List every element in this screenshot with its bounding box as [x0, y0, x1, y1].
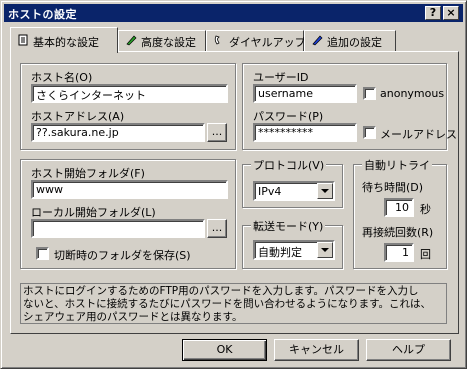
pen-check-icon — [126, 35, 137, 46]
protocol-select[interactable]: IPv4 — [253, 181, 335, 201]
password-input[interactable]: ********** — [253, 123, 357, 142]
wait-time-label: 待ち時間(D) — [362, 181, 424, 194]
tab-label: ダイヤルアップ — [229, 36, 306, 49]
document-icon — [18, 34, 28, 46]
mail-address-label: メールアドレス — [380, 128, 457, 141]
ok-button[interactable]: OK — [182, 339, 267, 361]
tab-label: 追加の設定 — [327, 36, 382, 49]
title-bar[interactable]: ホストの設定 ? × — [4, 4, 463, 22]
help-info-text: ホストにログインするためのFTP用のパスワードを入力します。パスワードを入力し … — [20, 283, 447, 324]
host-group: ホスト名(O) さくらインターネット ホストアドレス(A) ??.sakura.… — [20, 63, 236, 150]
pen-icon — [312, 35, 323, 46]
info-line-3: シェアウェア用のパスワードとは異なります。 — [23, 311, 243, 323]
user-group: ユーザーID username anonymous パスワード(P) *****… — [242, 63, 457, 150]
local-folder-browse-button[interactable]: ... — [207, 219, 227, 238]
tab-label: 高度な設定 — [141, 36, 196, 49]
host-folder-input[interactable]: www — [31, 180, 228, 199]
save-folder-checkbox[interactable] — [36, 247, 49, 260]
transfer-mode-value: 自動判定 — [258, 246, 302, 259]
host-address-input[interactable]: ??.sakura.ne.jp — [31, 123, 205, 142]
transfer-mode-group: 転送モード(Y) 自動判定 — [242, 218, 343, 269]
protocol-label: プロトコル(V) — [251, 157, 327, 173]
host-name-label: ホスト名(O) — [31, 71, 93, 84]
tab-dialup[interactable]: ダイヤルアップ — [206, 30, 306, 51]
tab-basic-settings[interactable]: 基本的な設定 — [10, 27, 118, 53]
phone-icon — [214, 35, 220, 45]
folder-group: ホスト開始フォルダ(F) www ローカル開始フォルダ(L) ... 切断時のフ… — [20, 159, 236, 269]
transfer-mode-select[interactable]: 自動判定 — [253, 240, 335, 260]
password-label: パスワード(P) — [253, 110, 324, 123]
retry-count-label: 再接続回数(R) — [362, 226, 434, 239]
help-button[interactable]: ヘルプ — [366, 339, 451, 361]
tab-label: 基本的な設定 — [33, 36, 99, 49]
mail-address-checkbox[interactable] — [363, 126, 376, 139]
chevron-down-icon[interactable] — [317, 242, 333, 258]
host-address-label: ホストアドレス(A) — [31, 110, 125, 123]
tab-advanced-settings[interactable]: 高度な設定 — [118, 30, 206, 51]
close-button[interactable]: × — [443, 6, 459, 20]
host-folder-label: ホスト開始フォルダ(F) — [31, 167, 145, 180]
protocol-value: IPv4 — [258, 185, 282, 198]
info-line-2: ないと、ホストに接続するたびにパスワードを問い合わせるようになります。これは、 — [23, 298, 432, 310]
anonymous-checkbox[interactable] — [363, 87, 376, 100]
window-title: ホストの設定 — [8, 8, 77, 21]
retry-count-input[interactable]: 1 — [384, 243, 414, 262]
wait-time-unit: 秒 — [420, 203, 431, 216]
auto-retry-group: 自動リトライ 待ち時間(D) 10 秒 再接続回数(R) 1 回 — [353, 157, 447, 269]
retry-count-unit: 回 — [420, 248, 431, 261]
local-folder-label: ローカル開始フォルダ(L) — [31, 206, 156, 219]
tab-additional-settings[interactable]: 追加の設定 — [304, 30, 396, 51]
info-line-1: ホストにログインするためのFTP用のパスワードを入力します。パスワードを入力し — [23, 285, 419, 297]
host-name-input[interactable]: さくらインターネット — [31, 84, 228, 103]
wait-time-input[interactable]: 10 — [384, 198, 414, 217]
chevron-down-icon[interactable] — [317, 183, 333, 199]
user-id-label: ユーザーID — [253, 71, 309, 84]
host-address-browse-button[interactable]: ... — [207, 123, 227, 142]
help-title-button[interactable]: ? — [425, 6, 441, 20]
protocol-group: プロトコル(V) IPv4 — [242, 157, 343, 208]
cancel-button[interactable]: キャンセル — [274, 339, 359, 361]
user-id-input[interactable]: username — [253, 84, 357, 103]
transfer-mode-label: 転送モード(Y) — [251, 218, 326, 234]
anonymous-label: anonymous — [380, 87, 445, 100]
auto-retry-label: 自動リトライ — [362, 157, 432, 173]
host-settings-dialog: ホストの設定 ? × 基本的な設定 高度な設定 ダイヤルアップ 追加の設定 ホス… — [0, 0, 467, 369]
local-folder-input[interactable] — [31, 219, 205, 238]
save-folder-label: 切断時のフォルダを保存(S) — [54, 249, 191, 262]
